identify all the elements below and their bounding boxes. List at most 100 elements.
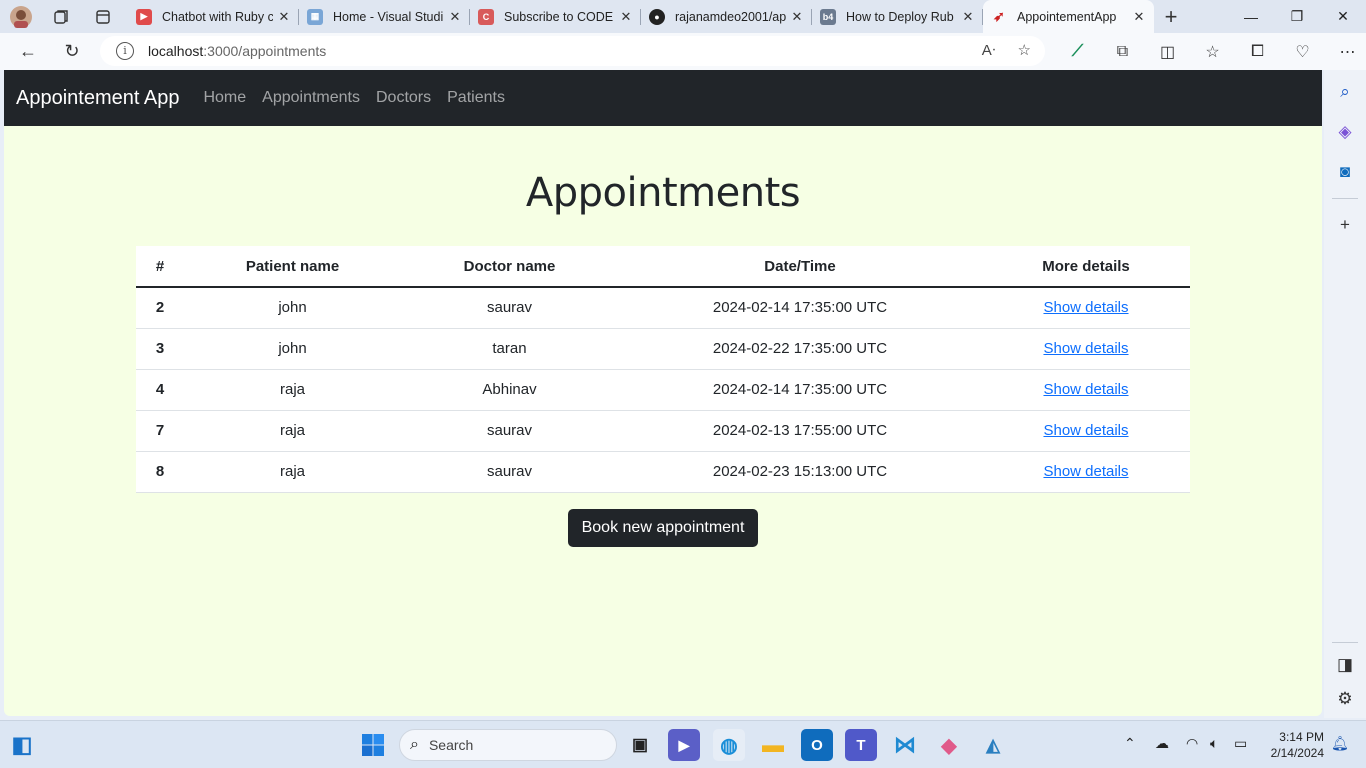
file-explorer-icon[interactable]: ▬ bbox=[757, 729, 789, 761]
nav-link-home[interactable]: Home bbox=[203, 89, 246, 107]
url-path: :3000/appointments bbox=[203, 43, 327, 59]
close-tab-icon[interactable]: ✕ bbox=[277, 9, 291, 25]
performance-icon[interactable]: ♡ bbox=[1280, 42, 1325, 62]
wifi-icon[interactable]: ◠ bbox=[1186, 735, 1198, 752]
app-navbar: Appointement App Home Appointments Docto… bbox=[4, 70, 1322, 126]
close-tab-icon[interactable]: ✕ bbox=[1132, 9, 1146, 25]
browser-tab[interactable]: ● rajanamdeo2001/ap ✕ bbox=[641, 0, 812, 33]
nav-link-doctors[interactable]: Doctors bbox=[376, 89, 431, 107]
tab-title: Home - Visual Studi bbox=[333, 9, 444, 24]
tab-title: Chatbot with Ruby c bbox=[162, 9, 273, 24]
new-tab-icon[interactable]: + bbox=[1154, 4, 1188, 30]
close-window-icon[interactable]: ✕ bbox=[1320, 0, 1366, 33]
collections-icon[interactable]: ⧠ bbox=[1235, 43, 1280, 61]
browser-tab[interactable]: C Subscribe to CODE I ✕ bbox=[470, 0, 641, 33]
onedrive-icon[interactable]: ☁ bbox=[1155, 735, 1169, 752]
browser-tab[interactable]: b4 How to Deploy Rub ✕ bbox=[812, 0, 983, 33]
volume-icon[interactable]: 🔈︎ bbox=[1210, 735, 1218, 752]
show-details-link[interactable]: Show details bbox=[1043, 422, 1128, 439]
cell-details: Show details bbox=[982, 410, 1190, 452]
show-details-link[interactable]: Show details bbox=[1043, 463, 1128, 480]
widgets-icon[interactable]: ◧ bbox=[6, 729, 38, 761]
table-header-row: # Patient name Doctor name Date/Time Mor… bbox=[136, 246, 1190, 288]
app-brand[interactable]: Appointement App bbox=[16, 87, 179, 110]
show-details-link[interactable]: Show details bbox=[1043, 340, 1128, 357]
close-tab-icon[interactable]: ✕ bbox=[790, 9, 804, 25]
split-screen-icon[interactable]: ◫ bbox=[1145, 42, 1190, 62]
tab-actions-icon[interactable] bbox=[88, 2, 118, 32]
read-aloud-icon[interactable]: Aᐧ bbox=[982, 41, 996, 59]
show-details-link[interactable]: Show details bbox=[1043, 381, 1128, 398]
search-icon: ⌕ bbox=[410, 736, 419, 753]
b4a-icon: b4 bbox=[820, 8, 836, 25]
teams-icon[interactable]: T bbox=[845, 729, 877, 761]
window-controls: — ❐ ✕ bbox=[1228, 0, 1366, 33]
extension-pen-icon[interactable]: ⟋ bbox=[1055, 43, 1100, 61]
tab-title: rajanamdeo2001/ap bbox=[675, 9, 786, 24]
battery-icon[interactable]: ▭ bbox=[1234, 735, 1247, 752]
outlook-icon[interactable]: ◙ bbox=[1324, 152, 1366, 192]
column-header-patient: Patient name bbox=[184, 246, 401, 288]
url-field[interactable]: i localhost:3000/appointments Aᐧ ☆ bbox=[100, 36, 1045, 66]
browser-tab[interactable]: ▶ Chatbot with Ruby c ✕ bbox=[128, 0, 299, 33]
settings-gear-icon[interactable]: ⚙ bbox=[1324, 681, 1366, 717]
close-tab-icon[interactable]: ✕ bbox=[961, 9, 975, 25]
github-icon: ● bbox=[649, 8, 665, 25]
browser-tab-active[interactable]: ➶ AppointementApp ✕ bbox=[983, 0, 1154, 33]
task-view-icon[interactable]: ▣ bbox=[624, 729, 656, 761]
copilot-icon[interactable]: ◈ bbox=[1324, 112, 1366, 152]
cell-patient: raja bbox=[184, 410, 401, 452]
cell-id: 2 bbox=[136, 287, 184, 329]
extensions-icon[interactable]: ⧉ bbox=[1100, 43, 1145, 61]
edge-browser-icon[interactable]: ◍ bbox=[713, 729, 745, 761]
minimize-icon[interactable]: — bbox=[1228, 0, 1274, 33]
rails-icon: ➶ bbox=[993, 8, 1005, 24]
show-hidden-icons-icon[interactable]: ⌃ bbox=[1124, 735, 1136, 752]
cell-datetime: 2024-02-14 17:35:00 UTC bbox=[618, 369, 982, 411]
tab-title: AppointementApp bbox=[1017, 9, 1117, 24]
teams-chat-icon[interactable]: ▶ bbox=[668, 729, 700, 761]
tab-title: Subscribe to CODE I bbox=[504, 9, 615, 24]
show-details-link[interactable]: Show details bbox=[1043, 299, 1128, 316]
cell-id: 8 bbox=[136, 451, 184, 493]
outlook-taskbar-icon[interactable]: O bbox=[801, 729, 833, 761]
cell-details: Show details bbox=[982, 369, 1190, 411]
search-icon[interactable]: ⌕ bbox=[1324, 72, 1366, 112]
add-icon[interactable]: + bbox=[1324, 205, 1366, 245]
page-title: Appointments bbox=[525, 170, 801, 216]
profile-avatar-icon[interactable] bbox=[6, 2, 36, 32]
nav-link-appointments[interactable]: Appointments bbox=[262, 89, 360, 107]
sidebar-divider bbox=[1332, 642, 1358, 643]
cell-patient: john bbox=[184, 328, 401, 370]
browser-tab[interactable]: ▦ Home - Visual Studi ✕ bbox=[299, 0, 470, 33]
system-clock[interactable]: 3:14 PM 2/14/2024 bbox=[1262, 729, 1324, 761]
refresh-icon[interactable]: ↻ bbox=[52, 35, 92, 69]
vscode-icon[interactable]: ⋈ bbox=[889, 729, 921, 761]
workspaces-icon[interactable] bbox=[46, 2, 76, 32]
site-info-icon[interactable]: i bbox=[116, 42, 134, 60]
windows-taskbar: ◧ ⌕ Search ▣ ▶ ◍ ▬ O T ⋈ ◆ ◭ ⌃ ☁ ◠ 🔈︎ ▭ … bbox=[0, 720, 1366, 768]
youtube-icon: ▶ bbox=[136, 8, 152, 25]
table-row: 4 raja Abhinav 2024-02-14 17:35:00 UTC S… bbox=[136, 369, 1190, 411]
restore-icon[interactable]: ❐ bbox=[1274, 0, 1320, 33]
notification-bell-icon[interactable]: 🔔︎ bbox=[1331, 735, 1349, 752]
nav-link-patients[interactable]: Patients bbox=[447, 89, 505, 107]
cell-datetime: 2024-02-14 17:35:00 UTC bbox=[618, 287, 982, 329]
cell-patient: john bbox=[184, 287, 401, 329]
table-row: 2 john saurav 2024-02-14 17:35:00 UTC Sh… bbox=[136, 287, 1190, 329]
favorites-icon[interactable]: ☆ bbox=[1190, 42, 1235, 62]
hide-sidebar-icon[interactable]: ◨ bbox=[1324, 649, 1366, 681]
performance-monitor-icon[interactable]: ◭ bbox=[977, 729, 1009, 761]
close-tab-icon[interactable]: ✕ bbox=[619, 9, 633, 25]
back-icon[interactable]: ← bbox=[8, 35, 48, 69]
cell-patient: raja bbox=[184, 451, 401, 493]
cell-doctor: saurav bbox=[401, 451, 618, 493]
more-menu-icon[interactable]: ⋯ bbox=[1325, 42, 1366, 62]
favorite-star-icon[interactable]: ☆ bbox=[1018, 41, 1031, 59]
windows-start-icon[interactable] bbox=[357, 729, 389, 761]
close-tab-icon[interactable]: ✕ bbox=[448, 9, 462, 25]
app-diamond-icon[interactable]: ◆ bbox=[933, 729, 965, 761]
taskbar-search[interactable]: ⌕ Search bbox=[399, 729, 617, 761]
table-row: 3 john taran 2024-02-22 17:35:00 UTC Sho… bbox=[136, 328, 1190, 370]
book-appointment-button[interactable]: Book new appointment bbox=[568, 509, 758, 547]
